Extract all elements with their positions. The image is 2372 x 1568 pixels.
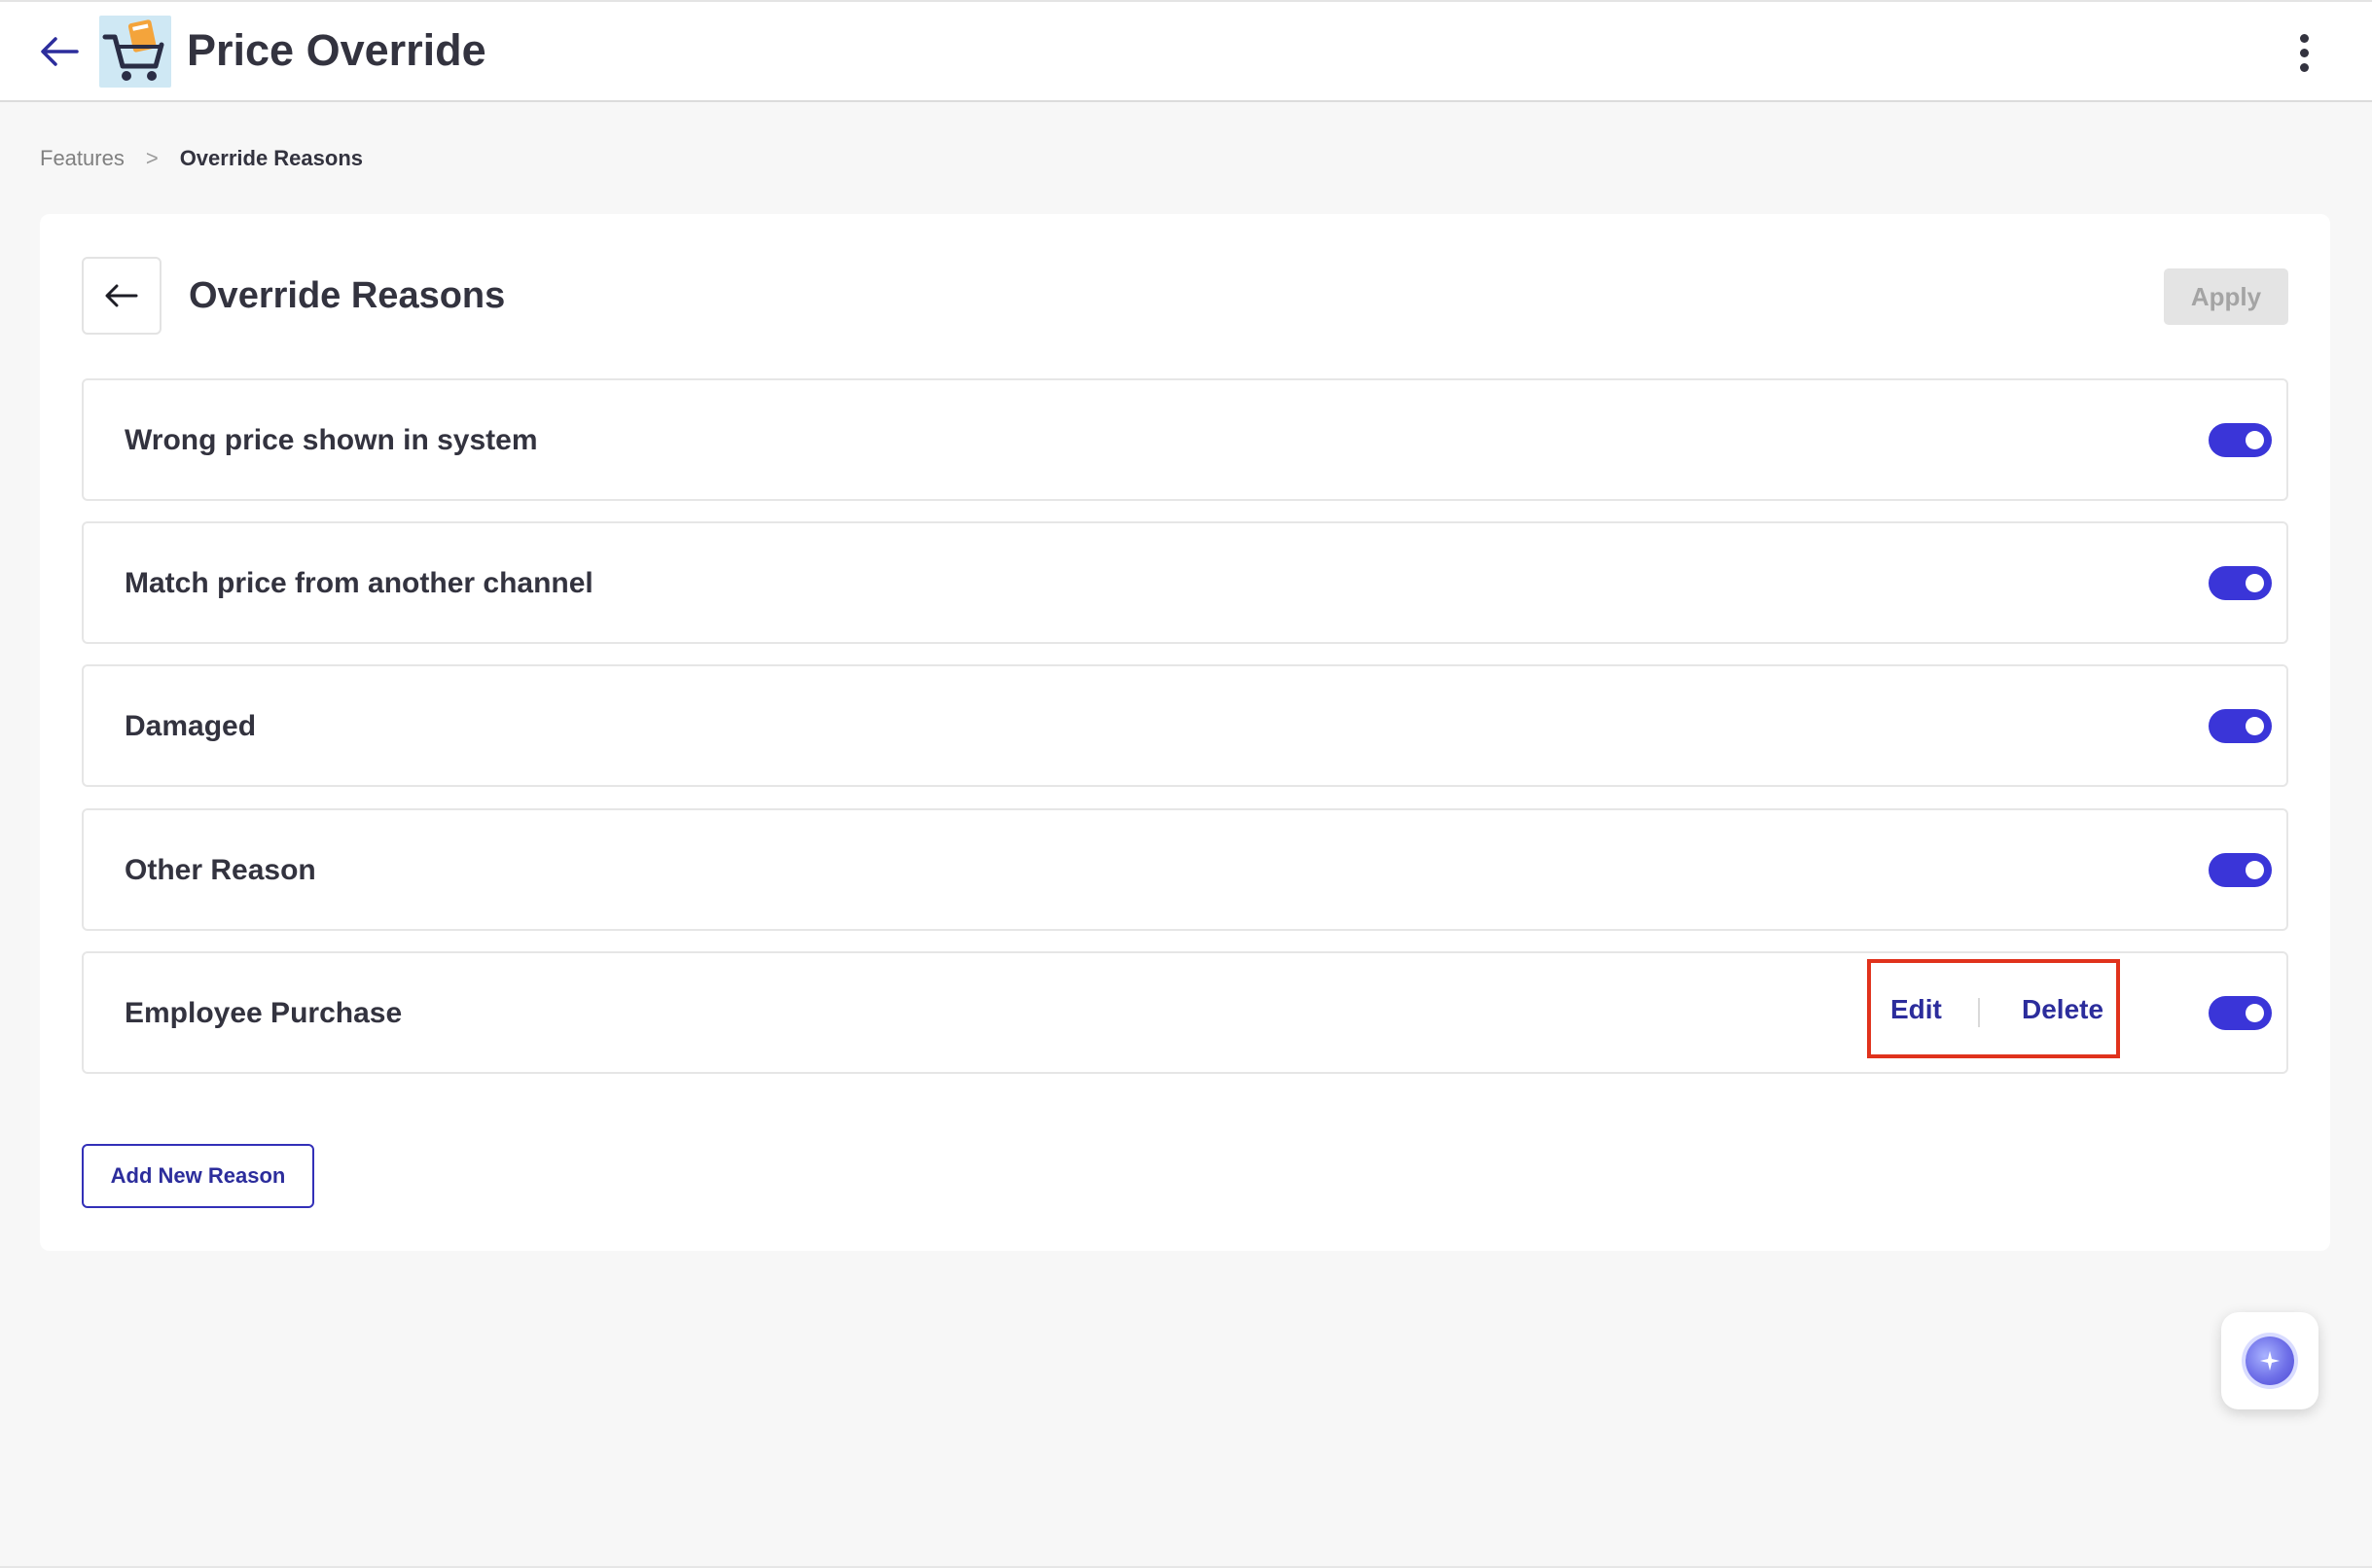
app-header: Price Override: [0, 0, 2372, 102]
reason-toggle[interactable]: [2209, 709, 2272, 743]
app-logo-cart-icon: [99, 16, 171, 88]
back-arrow-icon: [105, 284, 138, 307]
breadcrumb-current: Override Reasons: [179, 146, 363, 170]
reason-toggle[interactable]: [2209, 853, 2272, 887]
override-reasons-panel: Override Reasons Apply Wrong price shown…: [40, 214, 2330, 1251]
more-options-icon[interactable]: [2286, 25, 2321, 80]
breadcrumb-separator: >: [145, 146, 159, 170]
app-title: Price Override: [187, 25, 486, 75]
reason-row: Damaged: [82, 664, 2288, 787]
breadcrumb-features[interactable]: Features: [40, 144, 125, 173]
toggle-knob: [2246, 717, 2264, 735]
reason-label: Damaged: [125, 710, 257, 742]
page-title: Override Reasons: [189, 275, 506, 316]
action-divider: [1978, 998, 1980, 1027]
delete-reason-link[interactable]: Delete: [2022, 994, 2103, 1025]
toggle-knob: [2246, 861, 2264, 879]
reason-row: Wrong price shown in system: [82, 378, 2288, 501]
sparkle-icon: [2246, 1336, 2294, 1385]
reason-row: Other Reason: [82, 808, 2288, 931]
edit-reason-link[interactable]: Edit: [1890, 994, 1942, 1025]
toggle-knob: [2246, 431, 2264, 449]
reason-actions-highlight: Edit Delete: [1867, 959, 2120, 1058]
reason-label: Employee Purchase: [125, 997, 403, 1029]
reason-row: Employee Purchase Edit Delete: [82, 951, 2288, 1074]
add-new-reason-button[interactable]: Add New Reason: [82, 1144, 314, 1208]
reason-label: Match price from another channel: [125, 567, 593, 599]
toggle-knob: [2246, 1004, 2264, 1022]
back-arrow-icon[interactable]: [35, 27, 84, 76]
reason-toggle[interactable]: [2209, 566, 2272, 600]
reason-row: Match price from another channel: [82, 521, 2288, 644]
reason-label: Other Reason: [125, 854, 316, 886]
reason-toggle[interactable]: [2209, 996, 2272, 1030]
reason-toggle[interactable]: [2209, 423, 2272, 457]
panel-back-button[interactable]: [82, 257, 162, 335]
toggle-knob: [2246, 574, 2264, 592]
apply-button[interactable]: Apply: [2164, 268, 2288, 325]
reason-label: Wrong price shown in system: [125, 424, 538, 456]
breadcrumb: Features > Override Reasons: [40, 144, 363, 173]
assistant-fab-button[interactable]: [2221, 1312, 2318, 1409]
